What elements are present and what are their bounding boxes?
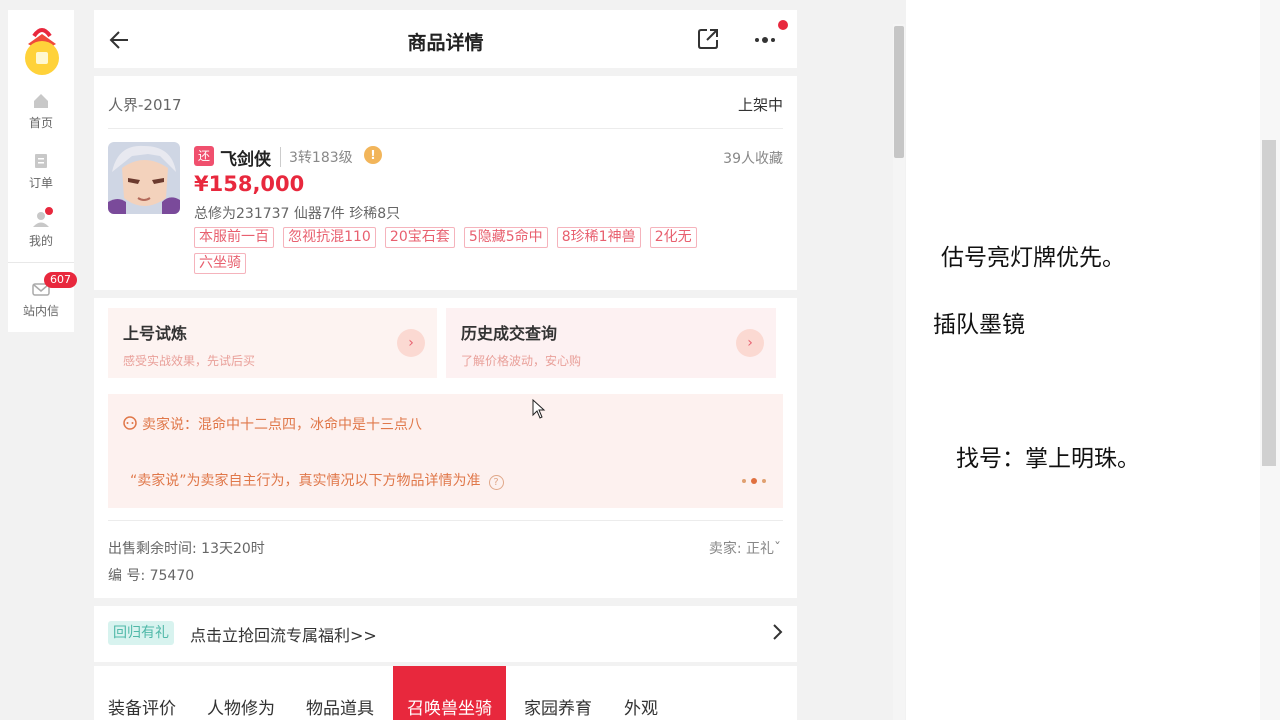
page-scrollbar[interactable] — [893, 24, 905, 720]
feature-chip-list: 本服前一百 忽视抗混110 20宝石套 5隐藏5命中 8珍稀1神兽 2化无 六坐… — [194, 226, 754, 278]
tab-appearance[interactable]: 外观 — [624, 694, 658, 719]
tab-summon-mount[interactable]: 召唤兽坐骑 — [393, 666, 506, 720]
scrollbar-thumb[interactable] — [1262, 140, 1276, 466]
message-count-badge: 607 — [44, 272, 77, 288]
gift-tag: 回归有礼 — [108, 621, 174, 645]
gift-link[interactable]: 点击立抢回流专属福利>> — [190, 622, 377, 646]
seller-note-text: 卖家说：混命中十二点四，冰命中是十三点八 — [142, 417, 422, 433]
feature-chip: 5隐藏5命中 — [463, 227, 548, 248]
note-line: 插队墨镜 — [933, 312, 1025, 338]
entry-title: 历史成交查询 — [461, 324, 558, 343]
entry-title: 上号试炼 — [123, 324, 188, 343]
chevron-right-icon: › — [397, 329, 425, 357]
server-name: 人界-2017 — [108, 96, 182, 114]
sidebar-item-label: 我的 — [28, 234, 53, 248]
share-icon[interactable] — [696, 27, 720, 51]
product-detail-panel: 商品详情 人界-2017 上架中 还 飞剑侠 3转183级 ! 39人收藏 ¥1… — [94, 10, 797, 720]
more-dots-icon — [755, 37, 775, 43]
seller-name[interactable]: 卖家: 正礼ˇ — [709, 538, 781, 558]
listing-status: 上架中 — [737, 96, 783, 114]
tab-character[interactable]: 人物修为 — [207, 694, 275, 719]
avatar-image — [108, 142, 180, 214]
feature-chip: 本服前一百 — [194, 227, 274, 248]
return-gift-banner[interactable]: 回归有礼 点击立抢回流专属福利>> — [94, 606, 797, 662]
note-line: 估号亮灯牌优先。 — [941, 245, 1125, 271]
serial-number: 编 号: 75470 — [108, 568, 195, 584]
chat-bubble-icon — [123, 416, 137, 430]
feature-chip: 8珍稀1神兽 — [556, 227, 641, 248]
divider — [108, 520, 783, 521]
character-level: 3转183级 — [280, 147, 353, 167]
feature-chip: 忽视抗混110 — [283, 227, 376, 248]
help-icon[interactable]: ? — [488, 475, 504, 490]
home-icon — [34, 94, 48, 108]
seller-note-box: 卖家说：混命中十二点四，冰命中是十三点八 “卖家说”为卖家自主行为，真实情况以下… — [108, 394, 783, 508]
seller-note: 卖家说：混命中十二点四，冰命中是十三点八 — [122, 414, 422, 434]
favorite-count: 39人收藏 — [723, 151, 783, 167]
character-class: 飞剑侠 — [220, 150, 271, 170]
tab-items[interactable]: 物品道具 — [306, 694, 374, 719]
warning-icon[interactable]: ! — [364, 146, 382, 164]
trial-login-button[interactable]: 上号试炼 感受实战效果，先试后买 › — [108, 308, 437, 378]
return-tag: 还 — [194, 146, 214, 166]
trade-history-button[interactable]: 历史成交查询 了解价格波动，安心购 › — [446, 308, 776, 378]
character-stats: 总修为231737 仙器7件 珍稀8只 — [194, 206, 401, 222]
notes-panel: 估号亮灯牌优先。 插队墨镜 找号：掌上明珠。 — [906, 0, 1260, 720]
sidebar-divider — [8, 262, 74, 263]
sidebar-item-label: 首页 — [28, 116, 53, 130]
order-icon — [35, 154, 47, 168]
tab-equipment[interactable]: 装备评价 — [108, 694, 176, 719]
time-remaining: 出售剩余时间: 13天20时 — [108, 541, 265, 557]
feature-chip: 2化无 — [649, 227, 697, 248]
more-dots-icon[interactable] — [741, 478, 767, 484]
sidebar-item-orders[interactable]: 订单 — [8, 152, 74, 191]
sidebar-item-mine[interactable]: 我的 — [8, 210, 74, 249]
scrollbar-thumb[interactable] — [894, 26, 904, 158]
sidebar-item-home[interactable]: 首页 — [8, 92, 74, 131]
mouse-cursor-icon — [532, 399, 546, 419]
sidebar-item-label: 订单 — [28, 176, 53, 190]
disclaimer-text: “卖家说”为卖家自主行为，真实情况以下方物品详情为准 — [130, 473, 481, 489]
notes-scrollbar[interactable] — [1260, 0, 1280, 720]
sidebar-item-label: 站内信 — [22, 304, 59, 318]
chevron-right-icon: › — [736, 329, 764, 357]
feature-chip: 六坐骑 — [194, 253, 246, 274]
listing-summary-card: 人界-2017 上架中 还 飞剑侠 3转183级 ! 39人收藏 ¥158,00… — [94, 76, 797, 290]
detail-tabs: 装备评价 人物修为 物品道具 召唤兽坐骑 家园养育 外观 — [94, 666, 797, 720]
feature-chip: 20宝石套 — [384, 227, 455, 248]
app-logo-icon[interactable] — [20, 22, 64, 78]
note-line: 找号：掌上明珠。 — [956, 446, 1140, 472]
left-sidebar: 首页 订单 我的 站内信 607 — [8, 10, 77, 332]
price: ¥158,000 — [194, 172, 305, 196]
chevron-right-icon — [773, 624, 783, 640]
divider — [108, 128, 783, 129]
notification-dot — [44, 206, 54, 216]
tab-home[interactable]: 家园养育 — [524, 694, 592, 719]
entry-subtitle: 感受实战效果，先试后买 — [123, 354, 256, 368]
notification-dot — [778, 20, 788, 30]
seller-disclaimer: “卖家说”为卖家自主行为，真实情况以下方物品详情为准? — [130, 470, 504, 490]
listing-info-card: 上号试炼 感受实战效果，先试后买 › 历史成交查询 了解价格波动，安心购 › 卖… — [94, 298, 797, 598]
entry-subtitle: 了解价格波动，安心购 — [461, 354, 582, 368]
more-menu-button[interactable] — [752, 20, 788, 50]
character-avatar[interactable] — [108, 142, 180, 214]
header-bar: 商品详情 — [94, 10, 797, 68]
page-title: 商品详情 — [407, 32, 484, 54]
